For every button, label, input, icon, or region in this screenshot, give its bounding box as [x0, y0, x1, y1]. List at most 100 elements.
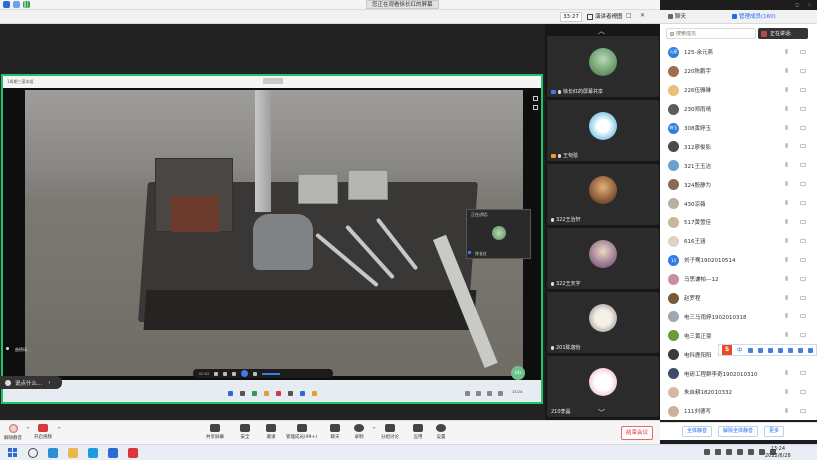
mic-icon[interactable] — [785, 219, 788, 225]
ime-tool-icon[interactable] — [777, 347, 783, 353]
popout-icon[interactable]: ⧉ — [795, 2, 799, 10]
security-shield-icon[interactable] — [3, 1, 10, 8]
mic-icon[interactable] — [785, 256, 788, 262]
video-tile[interactable]: 322王天宇 — [547, 228, 659, 289]
tab-members[interactable]: 管理成员(160) — [732, 12, 776, 20]
member-row[interactable]: 111刘德写 — [660, 402, 817, 421]
mic-icon[interactable] — [785, 162, 788, 168]
member-row[interactable]: 430凉薇 — [660, 194, 817, 213]
mic-icon[interactable] — [785, 332, 788, 338]
video-tile[interactable]: 201陈迦怡 — [547, 292, 659, 353]
minimize-button[interactable]: — — [612, 13, 618, 19]
security-button[interactable]: 安全 — [240, 424, 250, 440]
more-button[interactable]: 更多 — [764, 426, 785, 437]
speaker-camera-pip[interactable]: 正在讲话: 徐长红 — [466, 209, 531, 259]
video-tile[interactable]: 322王治轩 — [547, 164, 659, 225]
mic-icon[interactable] — [785, 143, 788, 149]
tray-icon[interactable] — [748, 449, 754, 455]
member-row[interactable]: 220陈鹏宇 — [660, 62, 817, 81]
search-input[interactable] — [676, 30, 754, 37]
end-meeting-button[interactable]: 结束会议 — [621, 426, 654, 440]
mic-icon[interactable] — [785, 181, 788, 187]
tab-chat[interactable]: 聊天 — [668, 12, 686, 20]
mic-icon[interactable] — [785, 275, 788, 281]
unmute-all-button[interactable]: 解除全体静音 — [718, 426, 759, 437]
mic-icon[interactable] — [785, 313, 788, 319]
member-row[interactable]: 230郑雨晴 — [660, 100, 817, 119]
maximize-button[interactable]: □ — [626, 13, 632, 19]
tray-icon[interactable] — [737, 449, 743, 455]
invite-button[interactable]: 邀请 — [266, 424, 276, 440]
comment-input[interactable]: 说点什么... ‹ — [0, 376, 62, 389]
record-button[interactable]: 录制 — [354, 424, 364, 440]
ime-tool-icon[interactable] — [757, 347, 763, 353]
ime-tool-icon[interactable] — [797, 347, 803, 353]
share-screen-button[interactable]: 共享屏幕 — [206, 424, 224, 440]
member-row[interactable]: 14 刘子骞1902010514 — [660, 251, 817, 270]
breakout-button[interactable]: 分组讨论 — [381, 424, 399, 440]
camera-icon[interactable] — [800, 163, 806, 168]
edge-icon[interactable] — [48, 448, 58, 458]
start-video-button[interactable]: 开启视频 — [34, 424, 52, 440]
camera-icon[interactable] — [800, 220, 806, 225]
mic-icon[interactable] — [785, 105, 788, 111]
camera-icon[interactable] — [800, 182, 806, 187]
member-row[interactable]: 电三马雨婷1902010318 — [660, 307, 817, 326]
camera-icon[interactable] — [800, 238, 806, 243]
member-row[interactable]: 616王涵 — [660, 232, 817, 251]
camera-icon[interactable] — [800, 87, 806, 92]
member-row[interactable]: 电研工程群李奇1902010310 — [660, 364, 817, 383]
member-row[interactable]: 226伍雅琳 — [660, 81, 817, 100]
camera-icon[interactable] — [800, 333, 806, 338]
camera-icon[interactable] — [800, 144, 806, 149]
meeting-app-icon[interactable] — [108, 448, 118, 458]
chat-button[interactable]: 聊天 — [330, 424, 340, 440]
mic-icon[interactable] — [785, 370, 788, 376]
ime-language[interactable]: 中 — [737, 346, 743, 354]
ime-tool-icon[interactable] — [747, 347, 753, 353]
camera-icon[interactable] — [800, 390, 806, 395]
apps-button[interactable]: 应用 — [413, 424, 423, 440]
volume-slider[interactable] — [262, 372, 281, 375]
info-icon[interactable] — [13, 1, 20, 8]
unmute-button[interactable]: 解除静音 — [4, 424, 22, 441]
camera-icon[interactable] — [800, 371, 806, 376]
member-row[interactable]: 朱自耕182010332 — [660, 383, 817, 402]
tray-icon[interactable] — [715, 449, 721, 455]
shared-screen[interactable]: 1周期三基本组 正在讲话: 徐长红 曲德研... 00:02 44s 13:24 — [1, 74, 543, 404]
signal-icon[interactable] — [23, 1, 30, 8]
mic-icon[interactable] — [785, 86, 788, 92]
settings-button[interactable]: 设置 — [436, 424, 446, 440]
camera-icon[interactable] — [800, 125, 806, 130]
share-title-tab[interactable]: 您正在观看徐长红的屏幕 — [366, 0, 439, 9]
member-search[interactable] — [666, 28, 756, 39]
ime-tool-icon[interactable] — [787, 347, 793, 353]
player-button[interactable] — [214, 371, 219, 376]
sogou-icon[interactable]: S — [722, 345, 732, 355]
member-row[interactable]: 324殷静为 — [660, 175, 817, 194]
ime-tool-icon[interactable] — [807, 347, 813, 353]
member-row[interactable]: 321王玉洁 — [660, 156, 817, 175]
camera-icon[interactable] — [800, 201, 806, 206]
mic-icon[interactable] — [785, 389, 788, 395]
player-button[interactable] — [253, 371, 258, 376]
mic-icon[interactable] — [785, 124, 788, 130]
browser-icon[interactable] — [88, 448, 98, 458]
camera-icon[interactable] — [800, 408, 806, 413]
member-row[interactable]: 马思谦帕—12 — [660, 270, 817, 289]
member-row[interactable]: 赵罗程 — [660, 289, 817, 308]
member-row[interactable]: 婷玉 308黄婷玉 — [660, 119, 817, 138]
restore-icon[interactable] — [533, 105, 538, 110]
camera-icon[interactable] — [800, 50, 806, 54]
search-icon[interactable] — [28, 448, 38, 458]
member-row[interactable]: 312廖俊影 — [660, 137, 817, 156]
tray-icon[interactable] — [704, 449, 710, 455]
video-tile[interactable]: 王甸弦 — [547, 100, 659, 161]
scroll-up-icon[interactable]: ︿ — [598, 26, 605, 36]
mic-icon[interactable] — [785, 49, 788, 54]
camera-icon[interactable] — [800, 106, 806, 111]
windows-start-icon[interactable] — [8, 448, 17, 457]
video-tile[interactable]: 徐长红的屏幕共享 — [547, 36, 659, 97]
close-button[interactable]: ✕ — [640, 13, 646, 19]
camera-icon[interactable] — [800, 257, 806, 262]
